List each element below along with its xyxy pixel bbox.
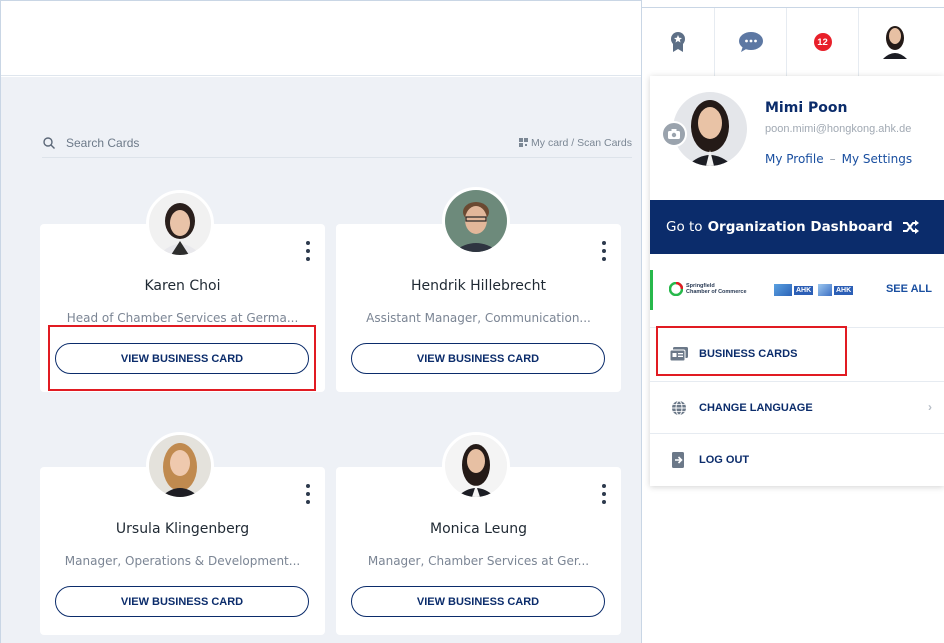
my-profile-link[interactable]: My Profile	[765, 152, 824, 166]
profile-name: Mimi Poon	[765, 100, 848, 116]
see-all-link[interactable]: SEE ALL	[886, 283, 932, 295]
view-business-card-button[interactable]: VIEW BUSINESS CARD	[351, 343, 605, 374]
highlight-box	[656, 326, 847, 376]
my-settings-link[interactable]: My Settings	[842, 152, 913, 166]
profile-links: My Profile – My Settings	[765, 152, 912, 166]
search-bar[interactable]: Search Cards My card / Scan Cards	[42, 128, 632, 158]
card-role: Head of Chamber Services at Germa...	[66, 311, 299, 325]
card-name: Karen Choi	[144, 278, 221, 294]
change-language-label: CHANGE LANGUAGE	[699, 401, 813, 414]
logo1-line2: Chamber of Commerce	[686, 289, 747, 295]
search-input[interactable]: Search Cards	[66, 136, 139, 150]
organization-dashboard-button[interactable]: Go to Organization Dashboard	[650, 200, 944, 254]
view-business-card-button[interactable]: VIEW BUSINESS CARD	[351, 586, 605, 617]
avatar	[146, 432, 214, 500]
highlight-box	[48, 325, 316, 391]
links-separator: –	[829, 152, 836, 166]
organizations-row: Springfield Chamber of Commerce AHK AHK S…	[650, 270, 944, 310]
top-bar	[1, 1, 641, 76]
my-card-scan-link[interactable]: My card / Scan Cards	[519, 137, 632, 149]
award-badge-icon	[671, 32, 685, 52]
card-name: Monica Leung	[430, 521, 527, 537]
more-options-icon[interactable]	[305, 484, 311, 504]
more-options-icon[interactable]	[601, 484, 607, 504]
shuffle-icon	[902, 220, 920, 234]
card-role: Assistant Manager, Communication...	[366, 311, 591, 325]
avatar	[442, 432, 510, 500]
more-options-icon[interactable]	[601, 241, 607, 261]
card-role: Manager, Chamber Services at Ger...	[367, 554, 590, 568]
springfield-chamber-logo[interactable]: Springfield Chamber of Commerce	[669, 282, 747, 296]
search-icon	[42, 136, 56, 150]
card-name: Hendrik Hillebrecht	[411, 278, 546, 294]
ahk-logo-1[interactable]: AHK	[774, 283, 814, 297]
org-dashboard-label: Organization Dashboard	[707, 219, 893, 235]
org-dashboard-prefix: Go to	[666, 219, 703, 235]
log-out-label: LOG OUT	[699, 453, 750, 466]
chevron-right-icon: ›	[928, 400, 932, 414]
log-out-menu-item[interactable]: LOG OUT	[650, 433, 944, 485]
logout-icon	[670, 451, 688, 469]
user-avatar	[882, 26, 907, 59]
view-business-card-button[interactable]: VIEW BUSINESS CARD	[55, 586, 309, 617]
chat-button[interactable]	[714, 8, 786, 76]
user-avatar-button[interactable]	[858, 8, 930, 76]
globe-icon	[670, 399, 688, 417]
chat-bubble-icon	[738, 32, 763, 52]
more-options-icon[interactable]	[305, 241, 311, 261]
notification-count-badge: 12	[813, 33, 832, 51]
change-language-menu-item[interactable]: CHANGE LANGUAGE ›	[650, 381, 944, 433]
avatar	[442, 187, 510, 255]
my-card-scan-label: My card / Scan Cards	[531, 136, 632, 149]
award-button[interactable]	[642, 8, 714, 76]
profile-email: poon.mimi@hongkong.ahk.de	[765, 123, 912, 135]
card-name: Ursula Klingenberg	[115, 521, 250, 537]
qr-code-icon	[519, 138, 529, 147]
notifications-button[interactable]: 12	[786, 8, 858, 76]
profile-dropdown: Mimi Poon poon.mimi@hongkong.ahk.de My P…	[650, 76, 944, 486]
card-role: Manager, Operations & Development...	[64, 554, 301, 568]
camera-icon[interactable]	[661, 121, 687, 147]
header-icon-bar: 12	[642, 8, 944, 76]
avatar	[146, 190, 214, 258]
ahk-logo-2[interactable]: AHK	[818, 283, 854, 297]
active-org-indicator	[650, 270, 653, 310]
